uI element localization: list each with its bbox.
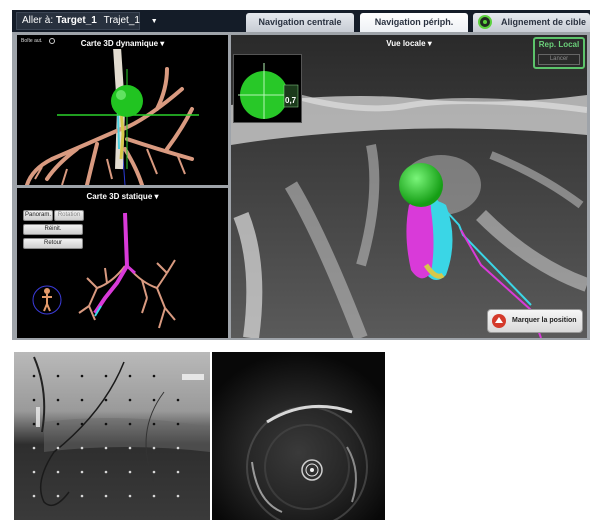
target-alignment-icon — [478, 15, 492, 29]
static-3d-map-panel[interactable]: Carte 3D statique ▾ Panoram. Rotation Ré… — [17, 188, 228, 338]
fluoroscopy-image — [14, 352, 210, 520]
static-airway-render — [32, 212, 176, 329]
chevron-down-icon: ▼ — [150, 18, 158, 25]
trajectory-name: Trajet_1 — [103, 15, 140, 26]
radial-ebus-image — [212, 352, 385, 520]
tab-navigation-peripherique[interactable]: Navigation périph. — [360, 13, 468, 32]
dynamic-airway-render — [25, 49, 199, 185]
target-inset-view: 0,7 — [233, 54, 302, 123]
target-selector[interactable]: Aller à: Target_1 Trajet_1 ▼ — [16, 12, 158, 30]
warning-icon — [492, 314, 506, 328]
rep-local-button[interactable]: Rep. Local — [535, 40, 583, 49]
target-prefix: Aller à: — [22, 15, 54, 26]
inset-target-render — [238, 63, 299, 119]
cancel-button[interactable]: Lancer — [538, 54, 580, 65]
tab-navigation-centrale[interactable]: Navigation centrale — [246, 13, 354, 32]
inset-distance-value: 0,7 — [285, 96, 297, 105]
dynamic-3d-map-panel[interactable]: Boîte aut. Carte 3D dynamique ▾ — [17, 35, 228, 185]
ebus-render — [212, 352, 385, 520]
target-name: Target_1 — [55, 15, 97, 26]
fluoroscopy-render — [14, 352, 210, 520]
local-view-panel[interactable]: 0,7 Vue locale ▾ — [231, 35, 587, 338]
